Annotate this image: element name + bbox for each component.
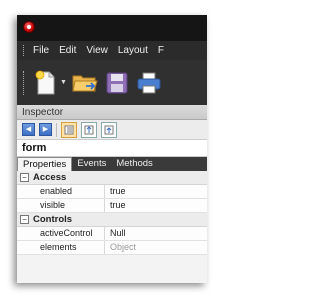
list-view-button[interactable]	[61, 121, 77, 138]
menu-truncated[interactable]: F	[158, 45, 164, 56]
open-folder-icon	[72, 75, 98, 91]
property-value[interactable]: Null	[105, 227, 207, 240]
menu-layout[interactable]: Layout	[118, 45, 148, 56]
inspector-tabs: Properties Events Methods	[17, 157, 207, 171]
forward-button[interactable]: ▶	[39, 123, 52, 136]
menu-file[interactable]: File	[33, 45, 49, 56]
app-logo-icon[interactable]	[23, 21, 35, 33]
back-button[interactable]: ◀	[22, 123, 35, 136]
section-controls[interactable]: − Controls	[17, 213, 207, 227]
property-value[interactable]: true	[105, 199, 207, 212]
toolbar: ▼	[17, 60, 207, 105]
section-label: Controls	[33, 214, 73, 225]
sort-button[interactable]	[81, 121, 97, 138]
tab-methods[interactable]: Methods	[111, 157, 157, 171]
collapse-icon[interactable]: −	[20, 173, 29, 182]
save-button[interactable]	[103, 68, 131, 98]
property-row[interactable]: enabled true	[17, 185, 207, 199]
menu-edit[interactable]: Edit	[59, 45, 76, 56]
property-grid: − Access enabled true visible true − Con…	[17, 171, 207, 255]
sort-alpha-icon	[84, 125, 94, 134]
list-view-icon	[64, 125, 74, 134]
arrow-left-icon: ◀	[25, 126, 32, 133]
property-row[interactable]: elements Object	[17, 241, 207, 255]
property-pages-icon	[104, 125, 114, 134]
selected-object-name[interactable]: form	[17, 139, 207, 157]
tab-properties[interactable]: Properties	[17, 157, 73, 171]
app-window: File Edit View Layout F ▼ Inspector ◀ ▶ …	[17, 15, 207, 283]
property-value[interactable]: Object	[105, 241, 207, 254]
inspector-panel: Inspector ◀ ▶ form Properties Events Met…	[17, 105, 207, 283]
menubar-grip[interactable]	[23, 45, 26, 56]
tab-events[interactable]: Events	[72, 157, 111, 171]
property-pages-button[interactable]	[101, 121, 117, 138]
property-name: enabled	[17, 185, 105, 198]
new-document-button[interactable]	[32, 68, 60, 98]
property-row[interactable]: activeControl Null	[17, 227, 207, 241]
new-dropdown-arrow-icon[interactable]: ▼	[60, 79, 67, 86]
menu-bar: File Edit View Layout F	[17, 41, 207, 60]
inspector-title: Inspector	[17, 105, 207, 120]
toolbar-grip[interactable]	[23, 70, 26, 95]
property-row[interactable]: visible true	[17, 199, 207, 213]
open-button[interactable]	[71, 68, 99, 98]
property-value[interactable]: true	[105, 185, 207, 198]
arrow-right-icon: ▶	[42, 126, 49, 133]
print-button[interactable]	[135, 68, 163, 98]
section-access[interactable]: − Access	[17, 171, 207, 185]
toolbar-separator	[56, 122, 57, 137]
save-icon	[106, 72, 128, 93]
property-name: visible	[17, 199, 105, 212]
menu-view[interactable]: View	[86, 45, 108, 56]
collapse-icon[interactable]: −	[20, 215, 29, 224]
title-bar	[17, 15, 207, 41]
print-icon	[137, 72, 161, 93]
property-name: activeControl	[17, 227, 105, 240]
section-label: Access	[33, 172, 67, 183]
inspector-toolbar: ◀ ▶	[17, 120, 207, 139]
property-name: elements	[17, 241, 105, 254]
new-document-icon	[35, 70, 55, 94]
